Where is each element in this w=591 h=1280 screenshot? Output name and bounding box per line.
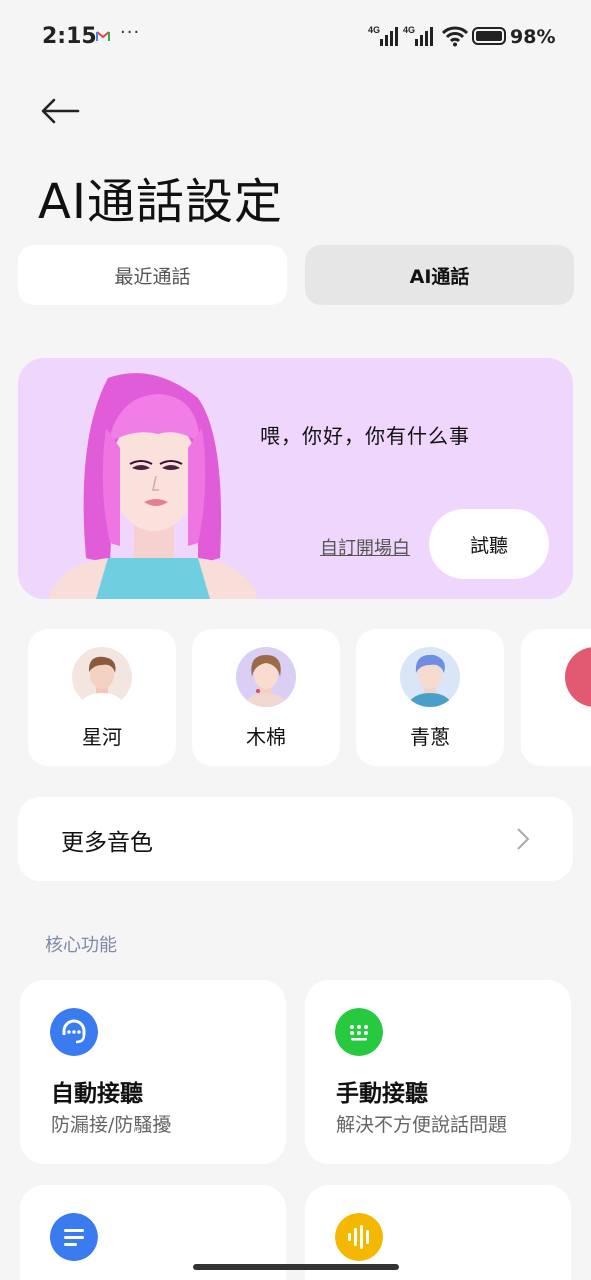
custom-opening-link[interactable]: 自訂開場白 — [320, 534, 410, 560]
signal-4g-icon: 4G — [368, 25, 398, 46]
more-voices-label: 更多音色 — [61, 830, 153, 856]
keypad-icon — [335, 1008, 383, 1056]
tab-ai-calls[interactable]: AI通話 — [305, 245, 574, 305]
battery-percent: 98% — [510, 26, 556, 48]
signal-net-label-2: 4G — [403, 25, 415, 35]
page-title: AI通話設定 — [38, 174, 283, 230]
chevron-right-icon — [517, 828, 530, 850]
core-features-label: 核心功能 — [45, 935, 117, 956]
status-time: 2:15 — [42, 24, 97, 49]
wifi-icon — [442, 26, 468, 47]
voice-option-xinghe[interactable]: 星河 — [28, 629, 176, 766]
battery-icon — [472, 27, 506, 45]
avatar — [236, 647, 296, 707]
voice-selector: 星河 木棉 青蔥 — [28, 629, 591, 766]
greeting-text: 喂，你好，你有什么事 — [260, 424, 470, 448]
feature-title: 自動接聽 — [51, 1081, 143, 1107]
back-arrow-icon[interactable] — [40, 96, 80, 126]
avatar — [565, 647, 591, 707]
voice-option-mumian[interactable]: 木棉 — [192, 629, 340, 766]
voice-name: 木棉 — [246, 725, 286, 749]
message-icon — [50, 1213, 98, 1261]
feature-subtitle: 防漏接/防騷擾 — [51, 1114, 172, 1136]
tab-bar: 最近通話 AI通話 — [18, 245, 574, 305]
voice-wave-icon — [335, 1213, 383, 1261]
notification-more-icon: ··· — [120, 22, 141, 43]
tab-recent-calls[interactable]: 最近通話 — [18, 245, 287, 305]
listen-button[interactable]: 試聽 — [429, 509, 549, 579]
gmail-icon — [96, 31, 110, 41]
home-indicator[interactable] — [193, 1264, 399, 1270]
auto-answer-card[interactable]: 自動接聽 防漏接/防騷擾 — [20, 980, 286, 1164]
assistant-illustration — [48, 373, 258, 599]
more-voices-row[interactable]: 更多音色 — [18, 797, 573, 881]
headset-icon — [50, 1008, 98, 1056]
voice-preview-card: 喂，你好，你有什么事 自訂開場白 試聽 — [18, 358, 573, 599]
feature-subtitle: 解決不方便說話問題 — [336, 1114, 508, 1136]
manual-answer-card[interactable]: 手動接聽 解決不方便說話問題 — [305, 980, 571, 1164]
signal-net-label: 4G — [368, 25, 380, 35]
voice-option-qingcong[interactable]: 青蔥 — [356, 629, 504, 766]
voice-option-partial[interactable] — [521, 629, 591, 766]
avatar — [400, 647, 460, 707]
voice-name: 青蔥 — [410, 725, 450, 749]
signal-4g-icon-2: 4G — [403, 25, 433, 46]
avatar — [72, 647, 132, 707]
feature-title: 手動接聽 — [336, 1081, 428, 1107]
voice-name: 星河 — [82, 725, 122, 749]
status-bar: 2:15 ··· 4G 4G 98% — [0, 0, 591, 76]
